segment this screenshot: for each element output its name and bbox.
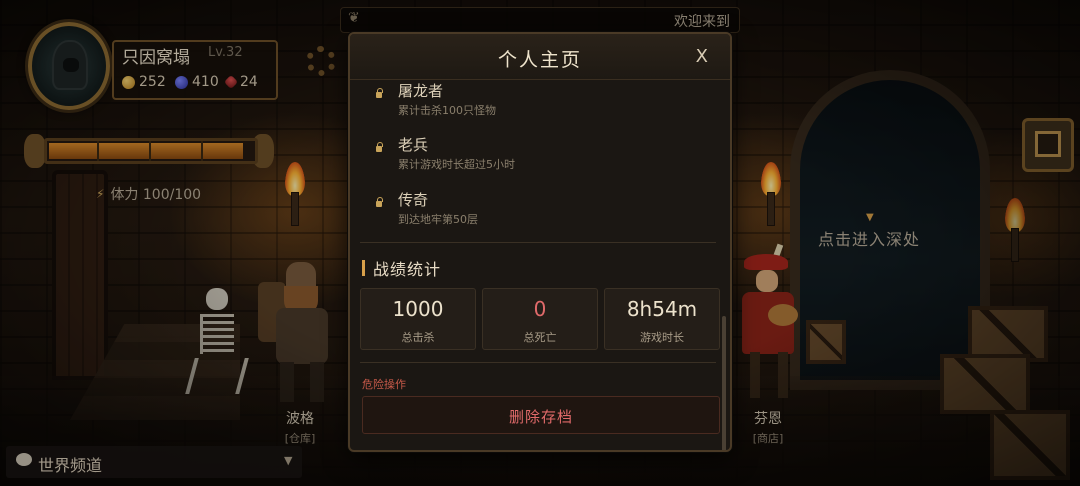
- achievement-desc: 累计击杀100只怪物: [398, 104, 496, 117]
- stat-value: 0: [533, 297, 547, 321]
- achievement-desc: 到达地牢第50层: [398, 213, 478, 226]
- achievement-title: 老兵: [398, 136, 429, 154]
- divider: [360, 362, 716, 363]
- achievement-desc: 累计游戏时长超过5小时: [398, 158, 515, 171]
- stat-value: 8h54m: [626, 297, 698, 321]
- delete-save-label: 删除存档: [508, 408, 573, 426]
- close-icon[interactable]: X: [696, 46, 708, 67]
- stat-value: 1000: [392, 297, 444, 321]
- modal-header: 个人主页 X: [350, 34, 730, 80]
- lock-icon: [376, 142, 383, 152]
- delete-save-button[interactable]: 删除存档: [362, 396, 720, 434]
- stat-card-deaths: 0 总死亡: [482, 288, 598, 350]
- achievement-title: 传奇: [398, 191, 429, 209]
- divider: [360, 242, 716, 243]
- stats-title-text: 战绩统计: [373, 260, 442, 279]
- stat-label: 总死亡: [523, 331, 557, 344]
- stat-card-playtime: 8h54m 游戏时长: [604, 288, 720, 350]
- stat-card-kills: 1000 总击杀: [360, 288, 476, 350]
- stats-section-title: 战绩统计: [362, 256, 441, 280]
- stat-label: 总击杀: [401, 331, 435, 344]
- section-accent-bar: [362, 260, 365, 276]
- stat-label: 游戏时长: [640, 331, 684, 344]
- danger-zone-label: 危险操作: [362, 378, 406, 391]
- lock-icon: [376, 197, 383, 207]
- lock-icon: [376, 88, 383, 98]
- profile-modal: 个人主页 X 屠龙者 累计击杀100只怪物 老兵 累计游戏时长超过5小时 传奇 …: [348, 32, 732, 452]
- achievement-title: 屠龙者: [398, 82, 444, 100]
- modal-scrollbar[interactable]: [722, 316, 726, 450]
- modal-title: 个人主页: [497, 49, 582, 71]
